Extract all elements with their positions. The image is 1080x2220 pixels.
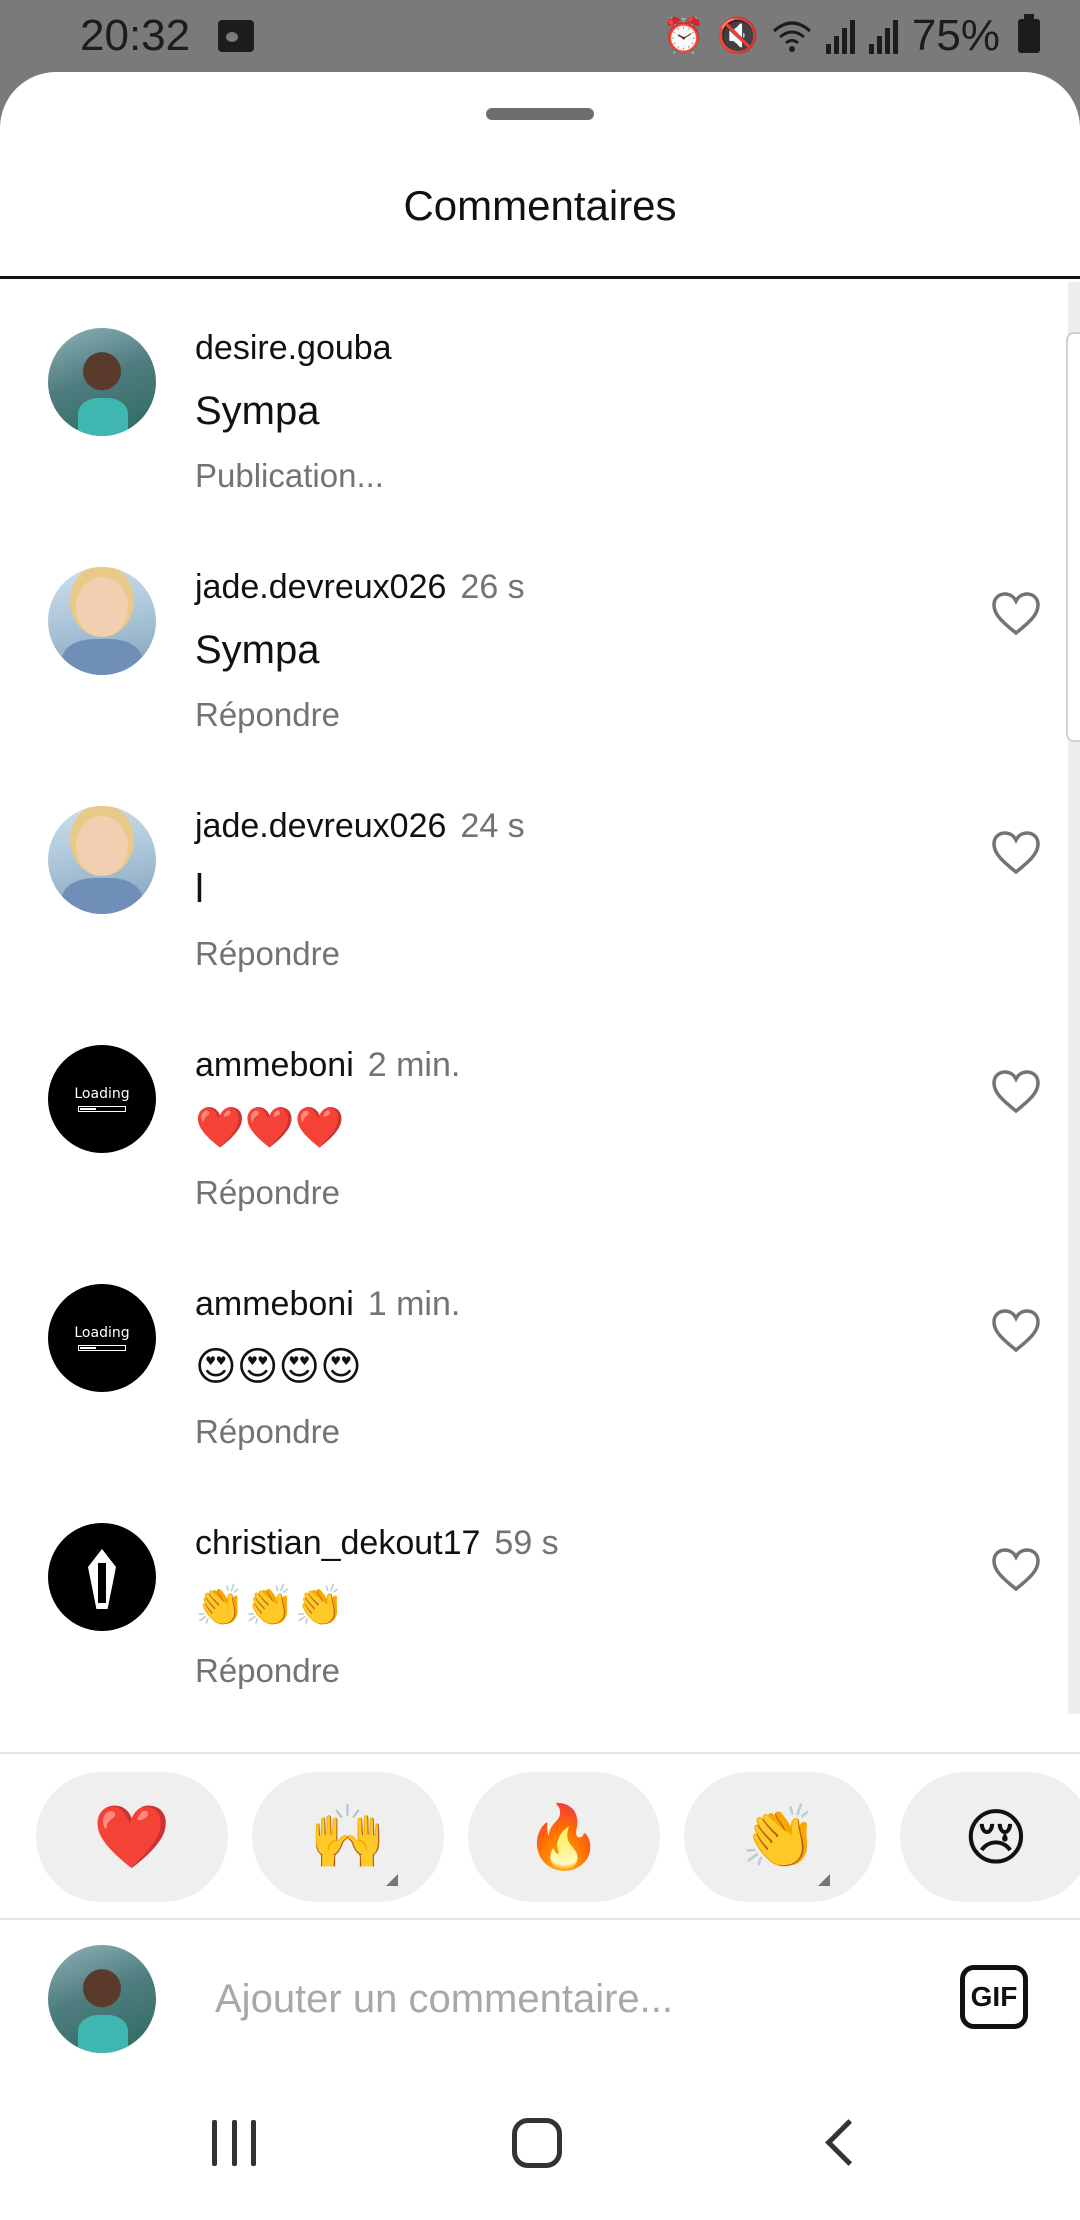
comment-text: 😍😍😍😍: [195, 1345, 362, 1389]
comment-username[interactable]: jade.devreux026: [195, 807, 446, 845]
home-button[interactable]: [512, 2118, 562, 2168]
reply-button[interactable]: Répondre: [195, 1651, 920, 1691]
status-bar: 20:32 ⏰ 🔇 75%: [0, 0, 1080, 72]
comment-text: Sympa: [195, 389, 320, 433]
recent-apps-button[interactable]: [212, 2120, 256, 2166]
alarm-icon: ⏰: [662, 17, 706, 55]
reply-button[interactable]: Répondre: [195, 934, 920, 974]
back-button[interactable]: [822, 2118, 862, 2168]
drag-handle[interactable]: [486, 108, 594, 120]
reaction-emoji: 🙌: [309, 1802, 387, 1872]
signal-2-icon: [868, 18, 898, 54]
comment-composer: GIF: [0, 1945, 1080, 2055]
title-divider: [0, 276, 1080, 279]
like-heart-icon[interactable]: [988, 589, 1044, 639]
comment-username[interactable]: ammeboni: [195, 1046, 354, 1084]
reaction-crying-button[interactable]: 😢: [900, 1772, 1080, 1902]
mute-icon: 🔇: [716, 17, 760, 55]
wifi-icon: [772, 16, 812, 56]
comment-text: Sympa: [195, 628, 320, 672]
comment-username[interactable]: ammeboni: [195, 1285, 354, 1323]
reaction-raised-hands-button[interactable]: 🙌: [252, 1772, 444, 1902]
battery-icon: [1018, 14, 1040, 53]
comment-text: 👏👏👏: [195, 1584, 345, 1628]
avatar-loading-text: Loading: [74, 1086, 130, 1102]
reply-button[interactable]: Répondre: [195, 695, 920, 735]
avatar-loading-bar: [78, 1345, 126, 1351]
comment-time: 26 s: [460, 568, 525, 606]
status-icons: ⏰ 🔇 75%: [662, 11, 1040, 61]
divider: [0, 1752, 1080, 1754]
status-time: 20:32: [80, 11, 191, 60]
gif-button[interactable]: GIF: [960, 1965, 1028, 2029]
skin-tone-indicator: [386, 1874, 398, 1886]
system-nav-bar: [0, 2080, 1080, 2220]
comment-item: jade.devreux026 26 s Sympa Répondre: [0, 567, 1060, 806]
like-heart-icon[interactable]: [988, 1067, 1044, 1117]
battery-percent: 75%: [911, 11, 1000, 60]
reply-button[interactable]: Répondre: [195, 1412, 920, 1452]
posting-status: Publication...: [195, 457, 384, 494]
reaction-emoji: 👏: [741, 1802, 819, 1872]
comment-item: desire.gouba Sympa Publication...: [0, 328, 1060, 567]
avatar[interactable]: Loading: [48, 1045, 156, 1153]
avatar[interactable]: [48, 567, 156, 675]
comment-time: 24 s: [460, 807, 525, 845]
sheet-title: Commentaires: [403, 182, 677, 229]
divider: [0, 1918, 1080, 1920]
like-heart-icon[interactable]: [988, 828, 1044, 878]
comment-time: 1 min.: [367, 1285, 461, 1323]
quick-reactions-bar: ❤️ 🙌 🔥 👏 😢: [36, 1772, 1080, 1902]
comment-item: Loading ammeboni 1 min. 😍😍😍😍 Répondre: [0, 1284, 1060, 1523]
like-heart-icon[interactable]: [988, 1306, 1044, 1356]
avatar[interactable]: [48, 806, 156, 914]
reply-button[interactable]: Répondre: [195, 1173, 920, 1213]
comment-item: Loading ammeboni 2 min. ❤️❤️❤️ Répondre: [0, 1045, 1060, 1284]
comment-username[interactable]: desire.gouba: [195, 329, 392, 367]
like-heart-icon[interactable]: [988, 1545, 1044, 1595]
comment-item: jade.devreux026 24 s l Répondre: [0, 806, 1060, 1045]
comment-username[interactable]: christian_dekout17: [195, 1524, 480, 1562]
comment-time: 59 s: [494, 1524, 559, 1562]
comment-text: l: [195, 867, 204, 911]
avatar-loading-bar: [78, 1106, 126, 1112]
reaction-clap-button[interactable]: 👏: [684, 1772, 876, 1902]
skin-tone-indicator: [818, 1874, 830, 1886]
comments-sheet: Commentaires desire.gouba Sympa Publicat…: [0, 72, 1080, 2220]
comment-input[interactable]: [215, 1969, 915, 2029]
signal-1-icon: [825, 18, 855, 54]
comment-time: 2 min.: [367, 1046, 461, 1084]
comment-item: christian_dekout17 59 s 👏👏👏 Répondre: [0, 1523, 1060, 1762]
gallery-notification-icon: [218, 20, 255, 52]
avatar[interactable]: [48, 1523, 156, 1631]
scrollbar-thumb[interactable]: [1066, 332, 1080, 742]
reaction-fire-button[interactable]: 🔥: [468, 1772, 660, 1902]
reaction-heart-button[interactable]: ❤️: [36, 1772, 228, 1902]
comment-text: ❤️❤️❤️: [195, 1106, 345, 1150]
comment-username[interactable]: jade.devreux026: [195, 568, 446, 606]
avatar[interactable]: [48, 328, 156, 436]
avatar-loading-text: Loading: [74, 1325, 130, 1341]
current-user-avatar: [48, 1945, 156, 2053]
avatar[interactable]: Loading: [48, 1284, 156, 1392]
